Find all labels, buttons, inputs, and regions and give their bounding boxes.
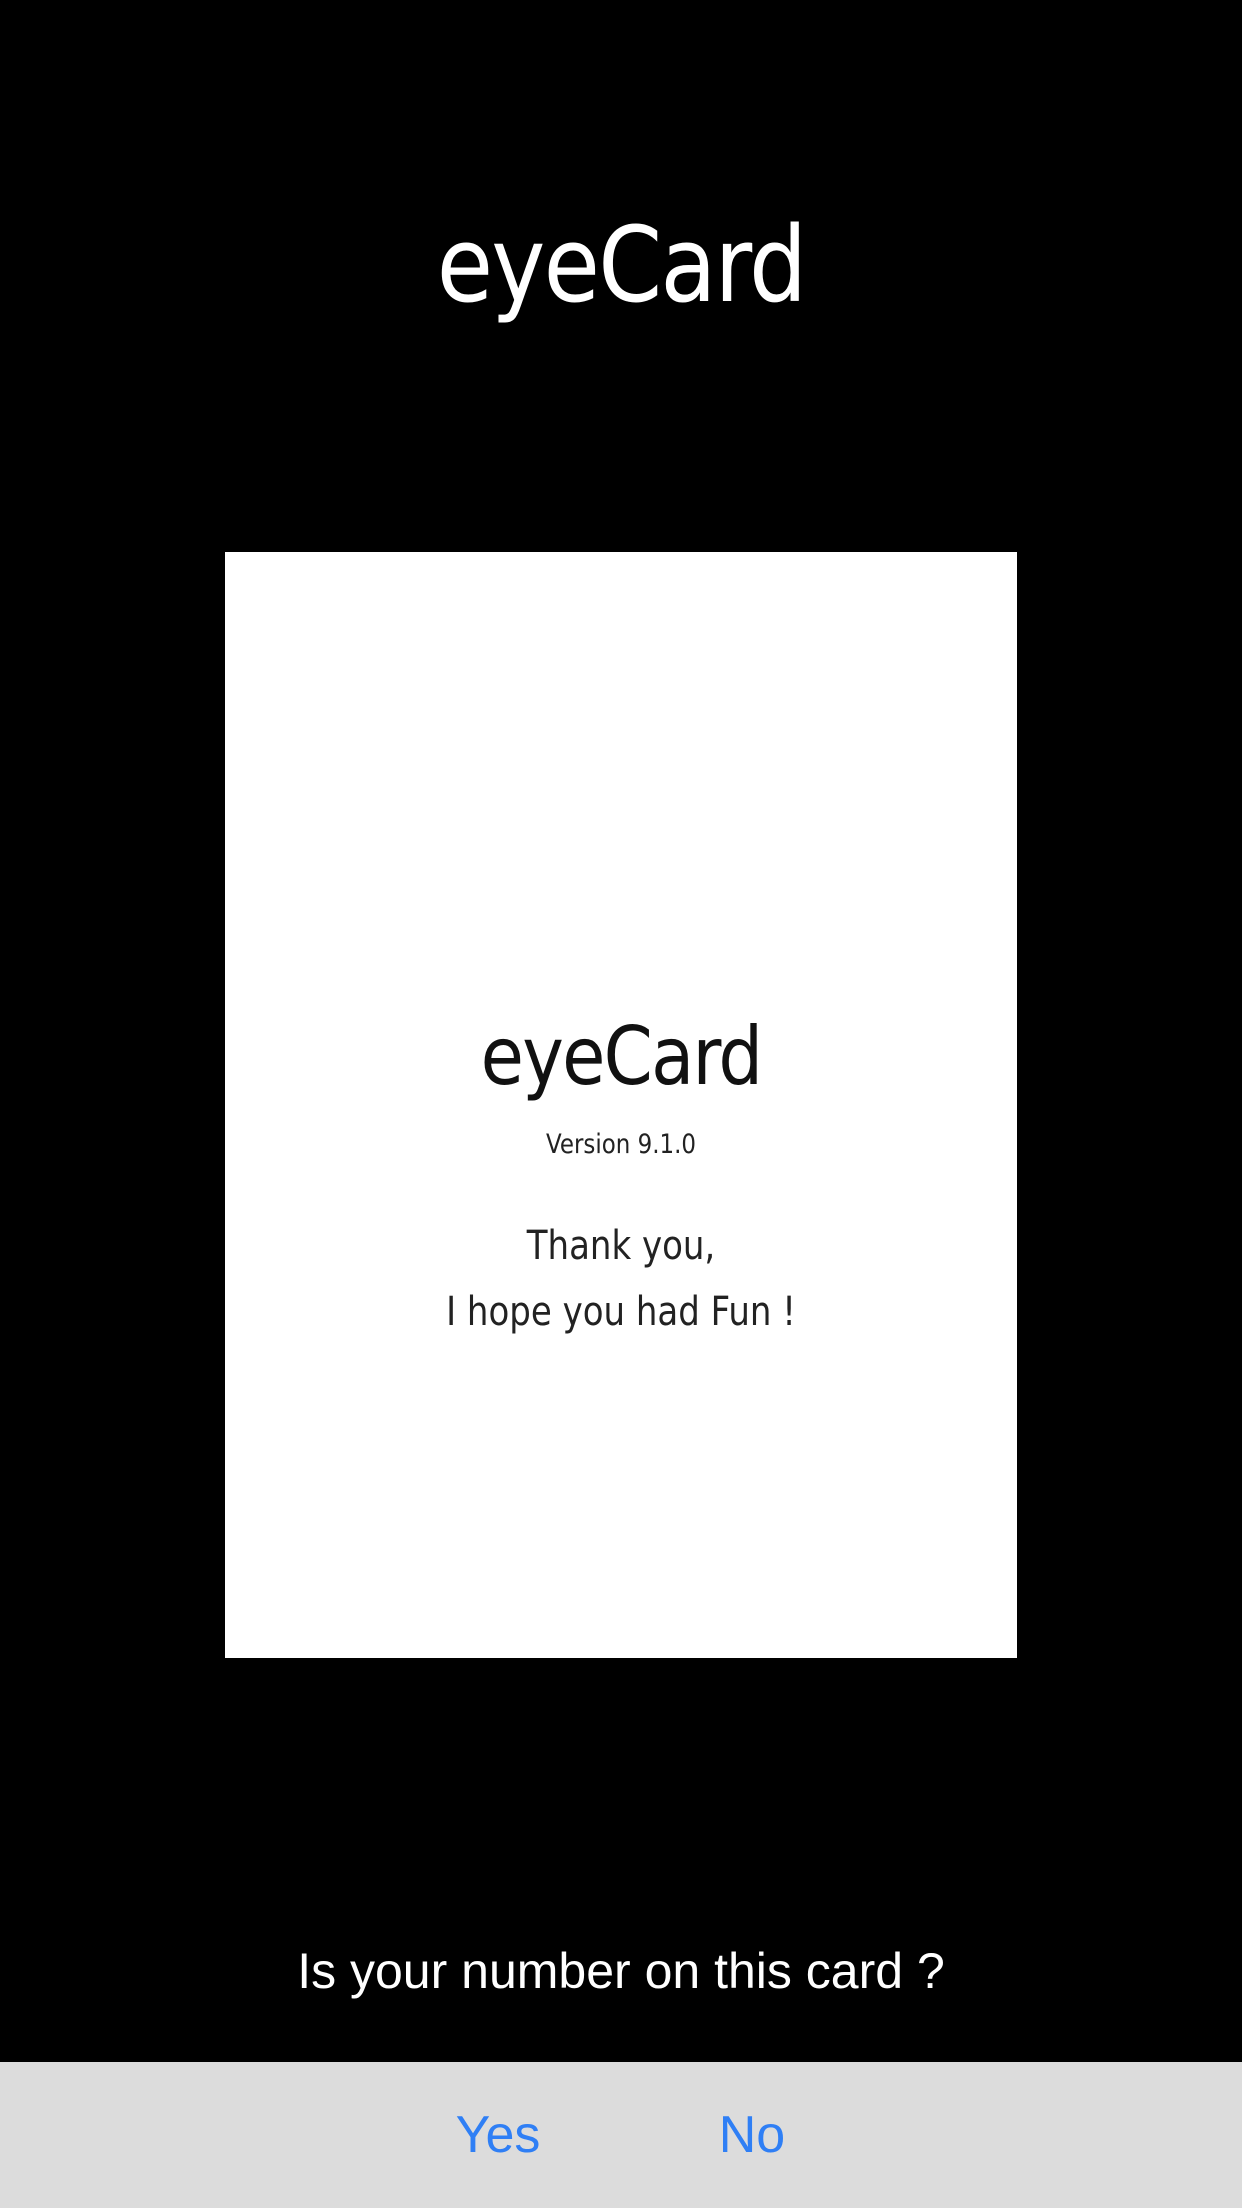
no-button[interactable]: No	[672, 2062, 832, 2208]
card-message-line-2: I hope you had Fun !	[446, 1289, 796, 1335]
action-bar: Yes No	[0, 2062, 1242, 2208]
card-version: Version 9.1.0	[545, 1129, 697, 1160]
card-title: eyeCard	[480, 1010, 763, 1103]
yes-button[interactable]: Yes	[418, 2062, 578, 2208]
card-message-line-1: Thank you,	[526, 1223, 716, 1269]
card: eyeCard Version 9.1.0 Thank you, I hope …	[225, 552, 1017, 1658]
question-prompt: Is your number on this card ?	[297, 1943, 945, 1999]
card-message: Thank you, I hope you had Fun !	[284, 1213, 957, 1345]
app-title: eyeCard	[436, 204, 807, 326]
